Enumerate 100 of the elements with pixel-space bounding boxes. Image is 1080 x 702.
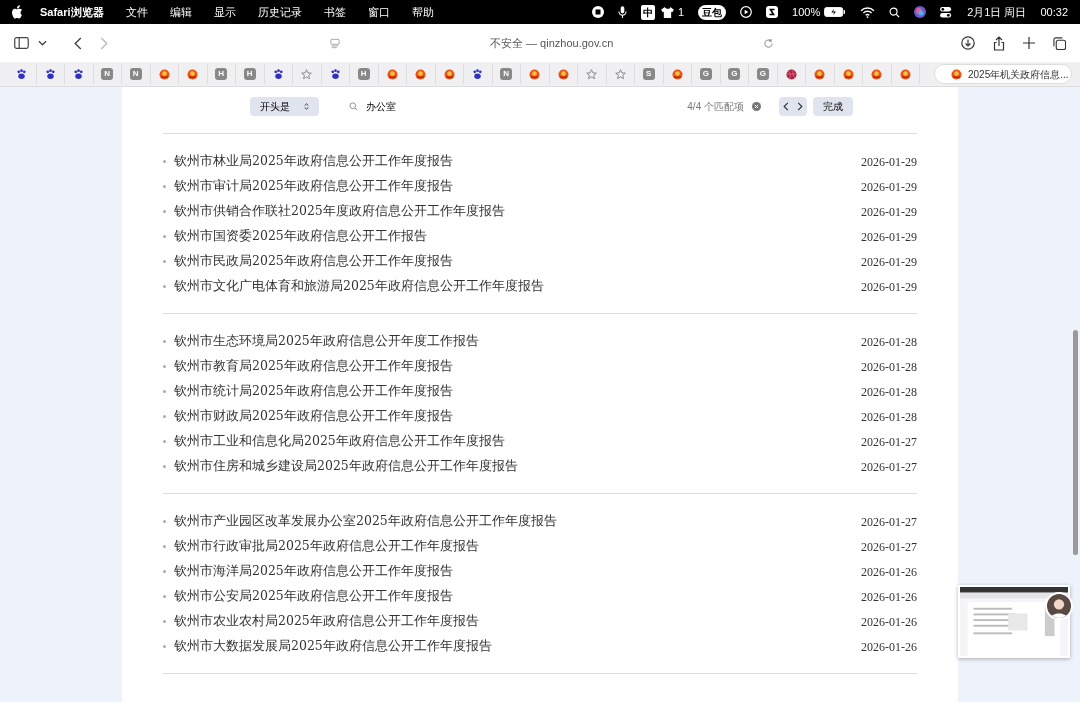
tab[interactable]: G (692, 64, 721, 84)
tab[interactable]: N (93, 64, 122, 84)
paw-icon (73, 68, 85, 80)
paw-icon (44, 68, 56, 80)
report-date: 2026-01-29 (861, 228, 917, 246)
new-tab-icon[interactable] (1023, 37, 1035, 49)
bullet (163, 465, 166, 468)
report-link[interactable]: 钦州市工业和信息化局2025年政府信息公开工作年度报告 (174, 432, 505, 451)
report-link[interactable]: 钦州市行政审批局2025年政府信息公开工作年度报告 (174, 537, 479, 556)
record-icon[interactable] (591, 6, 604, 18)
report-link[interactable]: 钦州市公安局2025年政府信息公开工作年度报告 (174, 587, 453, 606)
app-menu[interactable]: Safari浏览器 (40, 3, 104, 21)
report-link[interactable]: 钦州市统计局2025年政府信息公开工作年度报告 (174, 382, 453, 401)
share-icon[interactable] (993, 35, 1005, 51)
report-link[interactable]: 钦州市林业局2025年政府信息公开工作年度报告 (174, 152, 453, 171)
report-link[interactable]: 钦州市文化广电体育和旅游局2025年政府信息公开工作年度报告 (174, 277, 544, 296)
menu-item[interactable]: 历史记录 (257, 3, 302, 21)
paw-icon (16, 68, 28, 80)
emblem-icon (871, 68, 883, 80)
emblem-icon (951, 68, 962, 80)
report-date: 2026-01-27 (861, 433, 917, 451)
report-link[interactable]: 钦州市农业农村局2025年政府信息公开工作年度报告 (174, 612, 479, 631)
bullet (163, 160, 166, 163)
back-icon[interactable] (74, 36, 82, 50)
menu-item[interactable]: 文件 (125, 3, 148, 21)
address-field[interactable]: 不安全 — qinzhou.gov.cn (490, 34, 710, 52)
bullet (163, 570, 166, 573)
apple-logo-icon[interactable] (12, 5, 24, 19)
letter-icon: G (728, 68, 741, 80)
tab[interactable]: H (236, 64, 265, 84)
clear-icon[interactable] (752, 101, 761, 111)
control-center-icon[interactable] (940, 6, 954, 18)
chevron-down-icon[interactable] (38, 40, 47, 46)
bullet (163, 210, 166, 213)
sidebar-icon[interactable] (14, 37, 29, 49)
siri-icon[interactable] (914, 6, 927, 18)
report-link[interactable]: 钦州市教育局2025年政府信息公开工作年度报告 (174, 357, 453, 376)
report-link[interactable]: 钦州市财政局2025年政府信息公开工作年度报告 (174, 407, 453, 426)
star-icon (614, 68, 626, 80)
letter-icon: H (357, 68, 370, 80)
tab[interactable]: H (350, 64, 379, 84)
app-icon[interactable] (766, 6, 779, 18)
paw-icon (329, 68, 341, 80)
tab[interactable]: S (635, 64, 664, 84)
menu-bar-date: 2月1日 周日 (967, 4, 1027, 20)
report-date: 2026-01-29 (861, 178, 917, 196)
forward-icon (100, 36, 108, 50)
report-date: 2026-01-29 (861, 203, 917, 221)
report-date: 2026-01-27 (861, 538, 917, 556)
emblem-icon (671, 68, 683, 80)
menu-item[interactable]: 显示 (213, 3, 236, 21)
input-method-icon[interactable]: 中 (640, 4, 655, 20)
shirt-icon[interactable] (660, 6, 674, 18)
tab-overview-icon[interactable] (1053, 36, 1066, 50)
menu-item[interactable]: 书签 (323, 3, 346, 21)
letter-icon: H (243, 68, 256, 80)
doubao-icon[interactable]: 豆包 (698, 4, 727, 20)
report-link[interactable]: 钦州市大数据发展局2025年政府信息公开工作年度报告 (174, 637, 492, 656)
report-link[interactable]: 钦州市供销合作联社2025年度政府信息公开工作年度报告 (174, 202, 505, 221)
report-link[interactable]: 钦州市生态环境局2025年政府信息公开年度工作报告 (174, 332, 479, 351)
bullet (163, 545, 166, 548)
reload-icon[interactable] (763, 37, 774, 49)
report-link[interactable]: 钦州市产业园区改革发展办公室2025年政府信息公开工作年度报告 (174, 512, 557, 531)
emblem-icon (187, 68, 199, 80)
report-link[interactable]: 钦州市住房和城乡建设局2025年政府信息公开工作年度报告 (174, 457, 518, 476)
find-field[interactable]: 办公室 (366, 98, 680, 114)
bullet (163, 185, 166, 188)
report-link[interactable]: 钦州市国资委2025年政府信息公开工作报告 (174, 227, 427, 246)
menu-bar-clock: 00:32 (1040, 4, 1068, 20)
next-icon[interactable] (797, 101, 803, 111)
active-tab[interactable]: 2025年机关政府信息... (934, 64, 1072, 84)
report-link[interactable]: 钦州市审计局2025年政府信息公开工作年度报告 (174, 177, 453, 196)
emblem-icon (842, 68, 854, 80)
menu-item[interactable]: 窗口 (367, 3, 390, 21)
scrollbar-thumb[interactable] (1073, 330, 1078, 555)
wifi-icon[interactable] (860, 6, 876, 18)
tab[interactable]: H (207, 64, 236, 84)
emblem-icon (415, 68, 427, 80)
letter-icon: G (699, 68, 712, 80)
search-icon[interactable] (889, 6, 901, 18)
bullet (163, 440, 166, 443)
menu-item[interactable]: 编辑 (169, 3, 192, 21)
microphone-icon[interactable] (617, 5, 627, 19)
tab[interactable]: N (122, 64, 151, 84)
tab[interactable]: G (720, 64, 749, 84)
menu-item[interactable]: 帮助 (411, 3, 434, 21)
letter-icon: N (101, 68, 114, 80)
report-date: 2026-01-29 (861, 253, 917, 271)
previous-icon[interactable] (783, 101, 789, 111)
bullet (163, 235, 166, 238)
star-icon (586, 68, 598, 80)
bullet (163, 390, 166, 393)
report-link[interactable]: 钦州市民政局2025年政府信息公开工作年度报告 (174, 252, 453, 271)
play-icon[interactable] (740, 6, 753, 18)
report-link[interactable]: 钦州市海洋局2025年政府信息公开工作年度报告 (174, 562, 453, 581)
download-icon[interactable] (961, 36, 975, 50)
report-date: 2026-01-28 (861, 333, 917, 351)
tab[interactable]: G (749, 64, 778, 84)
emblem-icon (899, 68, 911, 80)
tab[interactable]: N (492, 64, 521, 84)
